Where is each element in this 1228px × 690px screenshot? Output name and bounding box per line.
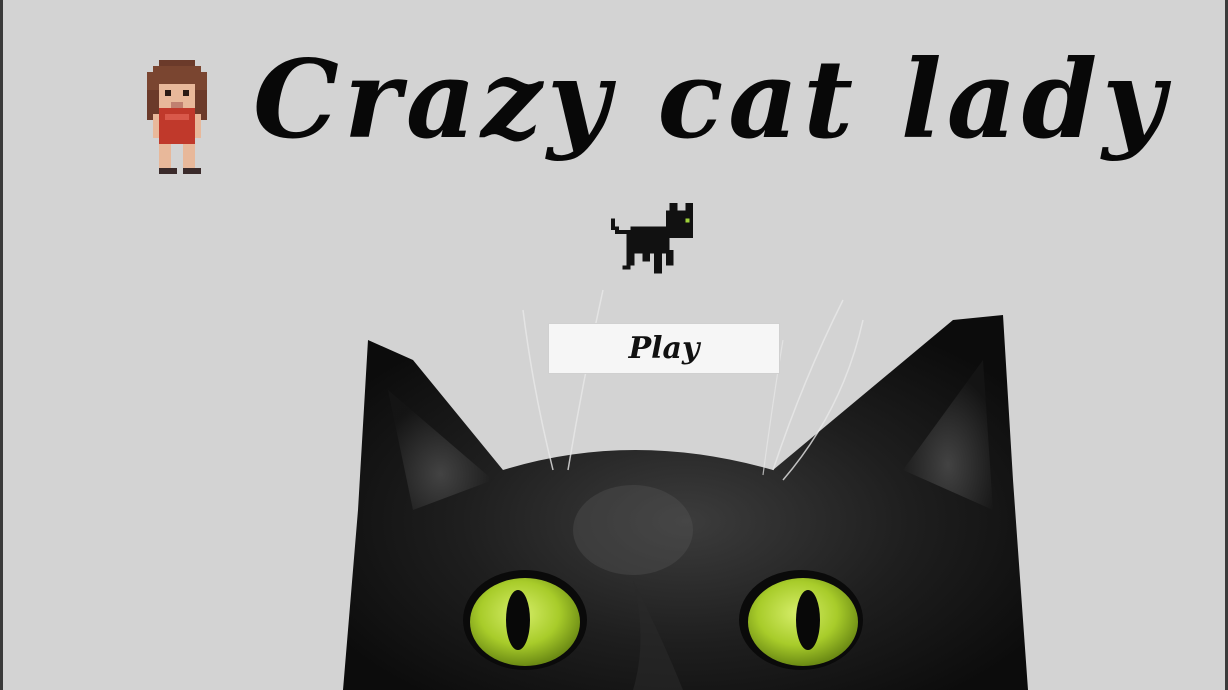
play-button[interactable]: Play: [548, 323, 780, 374]
black-cat-sprite-icon: [610, 202, 694, 274]
game-screen: Crazy cat lady Play: [0, 0, 1228, 690]
game-title: Crazy cat lady: [253, 37, 1171, 163]
title-row: Crazy cat lady: [3, 30, 1225, 180]
cat-lady-sprite-icon: [147, 60, 207, 174]
